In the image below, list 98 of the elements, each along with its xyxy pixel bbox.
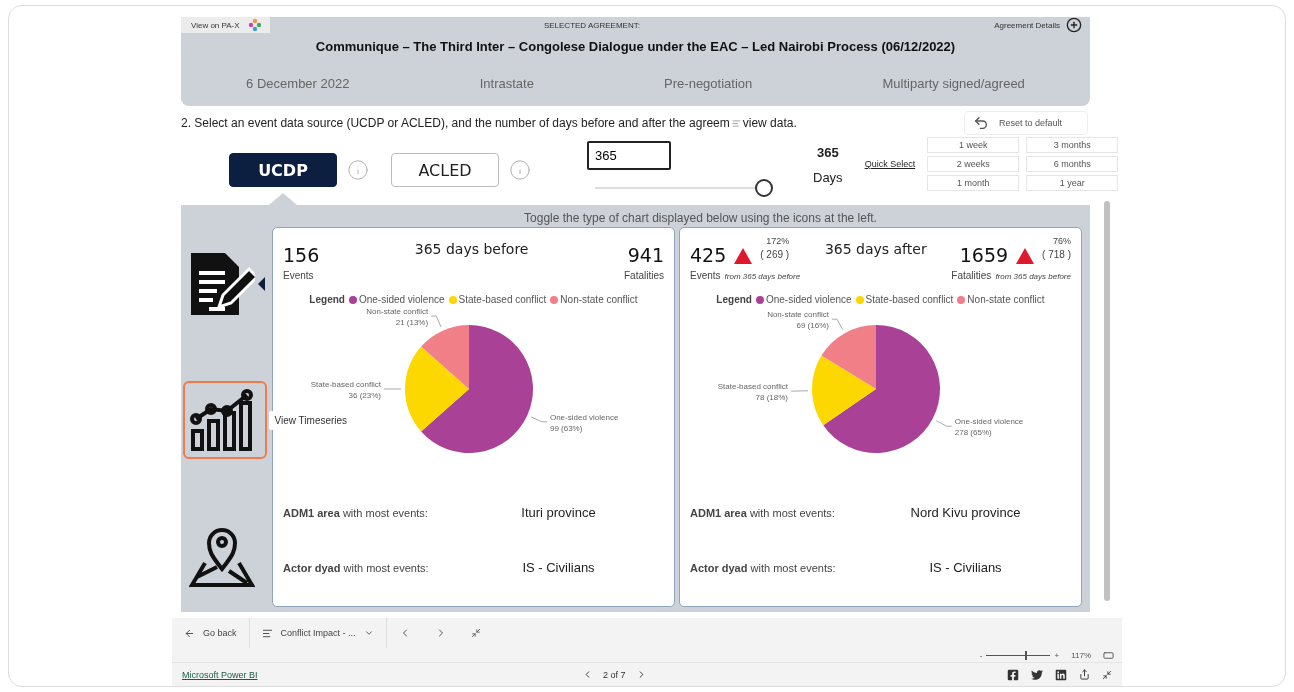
instruction-text: 2. Select an event data source (UCDP or ACLED), and the number of days before and after the agreem <box>181 116 730 130</box>
events-count: 425 <box>690 244 727 266</box>
document-edit-icon <box>188 251 255 317</box>
slider-thumb[interactable] <box>755 179 773 197</box>
pax-link[interactable]: View on PA-X <box>181 17 270 33</box>
row-value: IS - Civilians <box>521 560 596 575</box>
fatalities-count: 1659 <box>959 244 1009 266</box>
zoom-in[interactable]: + <box>1054 650 1060 660</box>
change-note: from 365 days before <box>995 272 1071 281</box>
agreement-fact: Multiparty signed/agreed <box>882 76 1025 91</box>
agreement-fact: Pre-negotiation <box>664 76 753 91</box>
change-note: from 365 days before <box>724 272 801 281</box>
plus-circle-icon <box>1066 17 1082 33</box>
leader-line <box>790 390 808 392</box>
slice-value: 278 (65%) <box>954 428 992 438</box>
collapse-icon[interactable] <box>470 628 481 638</box>
quick-select-option[interactable]: 2 weeks <box>927 156 1020 172</box>
share-icon[interactable] <box>1079 669 1090 680</box>
row-label: ADM1 area with most events: <box>690 506 836 519</box>
fatalities-label: Fatalities <box>951 270 992 281</box>
events-count: 156 <box>283 244 320 266</box>
slice-value: 69 (16%) <box>795 321 829 331</box>
quick-select-link[interactable]: Quick Select <box>864 159 916 169</box>
legend-label: State-based conflict <box>865 294 954 305</box>
legend-label: Non-state conflict <box>560 294 638 305</box>
fatalities-label: Fatalities <box>623 270 664 281</box>
events-label: Events <box>283 270 314 281</box>
quick-select-option[interactable]: 1 week <box>927 137 1020 153</box>
menu-icon <box>261 627 273 639</box>
leader-line <box>430 315 442 328</box>
quick-select-option[interactable]: 3 months <box>1026 137 1119 153</box>
facebook-icon[interactable] <box>1007 668 1019 681</box>
change-percent: 172% <box>766 236 790 246</box>
zoom-percent: 117% <box>1071 650 1091 660</box>
page-indicator: 2 of 7 <box>603 669 626 680</box>
slice-label: One-sided violence <box>954 417 1023 427</box>
legend-label: Non-state conflict <box>967 294 1045 305</box>
fatalities-count: 941 <box>627 244 664 266</box>
collapse-icon[interactable] <box>1102 669 1112 680</box>
row-label: Actor dyad with most events: <box>283 561 430 574</box>
quick-select-option[interactable]: 1 month <box>927 175 1020 191</box>
twitter-icon[interactable] <box>1031 668 1043 681</box>
legend-title: Legend <box>309 294 345 305</box>
slice-value: 99 (63%) <box>549 423 582 433</box>
fit-page-icon[interactable] <box>1103 649 1114 661</box>
source-toggle[interactable]: ACLED <box>391 153 499 187</box>
color-wheel-icon <box>247 18 262 32</box>
scrollbar-thumb[interactable] <box>1104 201 1110 601</box>
quick-select-option[interactable]: 6 months <box>1026 156 1119 172</box>
leader-line <box>530 416 547 423</box>
leader-line <box>935 420 952 427</box>
brand-link[interactable]: Microsoft Power BI <box>182 669 582 680</box>
toggle-hint: Toggle the type of chart displayed below using the icons at the left. <box>523 211 878 225</box>
slice-label: State-based conflict <box>717 382 788 392</box>
agreement-title: Communique – The Third Inter – Congolese Dialogue under the EAC – Led Nairobi Process (06/12/2022) <box>314 39 957 54</box>
undo-icon <box>973 115 989 131</box>
days-unit: Days <box>813 170 843 185</box>
legend-label: State-based conflict <box>458 294 547 305</box>
slice-label: Non-state conflict <box>365 309 428 317</box>
row-value: Nord Kivu province <box>909 505 1022 520</box>
agreement-details-link[interactable]: Agreement Details <box>994 17 1090 33</box>
legend-label: One-sided violence <box>765 294 852 305</box>
row-value: IS - Civilians <box>928 560 1003 575</box>
chevron-down-icon <box>363 628 374 638</box>
source-toggle[interactable]: UCDP <box>229 153 337 187</box>
row-label: ADM1 area with most events: <box>283 506 429 519</box>
row-value: Ituri province <box>520 505 597 520</box>
slice-value: 78 (18%) <box>755 393 788 403</box>
agreement-fact: Intrastate <box>479 76 534 91</box>
header-caption: SELECTED AGREEMENT: <box>543 20 640 30</box>
slice-label: Non-state conflict <box>766 310 829 320</box>
quick-select-option[interactable]: 1 year <box>1026 175 1119 191</box>
change-amount: ( 269 ) <box>760 249 790 260</box>
zoom-thumb[interactable] <box>1024 650 1027 660</box>
card-title: 365 days before <box>414 241 529 257</box>
days-reading: 365 <box>816 145 839 160</box>
leader-line <box>830 318 843 331</box>
change-amount: ( 718 ) <box>1042 249 1071 260</box>
agreement-fact: 6 December 2022 <box>246 76 350 91</box>
linkedin-icon[interactable] <box>1055 668 1067 681</box>
slice-value: 21 (13%) <box>395 318 428 328</box>
row-label: Actor dyad with most events: <box>690 561 837 574</box>
legend-label: One-sided violence <box>358 294 445 305</box>
reset-button[interactable]: Reset to default <box>964 111 1088 135</box>
selection-pointer <box>257 277 265 291</box>
zoom-out[interactable]: - <box>979 650 983 660</box>
days-slider[interactable] <box>595 178 773 198</box>
line-bar-chart-icon <box>188 389 255 451</box>
legend-title: Legend <box>716 294 752 305</box>
filter-lines-icon <box>731 118 741 128</box>
instruction-tail: view data. <box>742 116 797 130</box>
leader-line <box>383 388 401 390</box>
change-percent: 76% <box>1052 236 1071 246</box>
days-input[interactable]: 365 <box>587 141 671 170</box>
back-arrow-icon <box>184 627 195 639</box>
card-title: 365 days after <box>824 241 927 257</box>
events-label: Events <box>690 270 721 281</box>
slice-label: One-sided violence <box>549 412 618 422</box>
